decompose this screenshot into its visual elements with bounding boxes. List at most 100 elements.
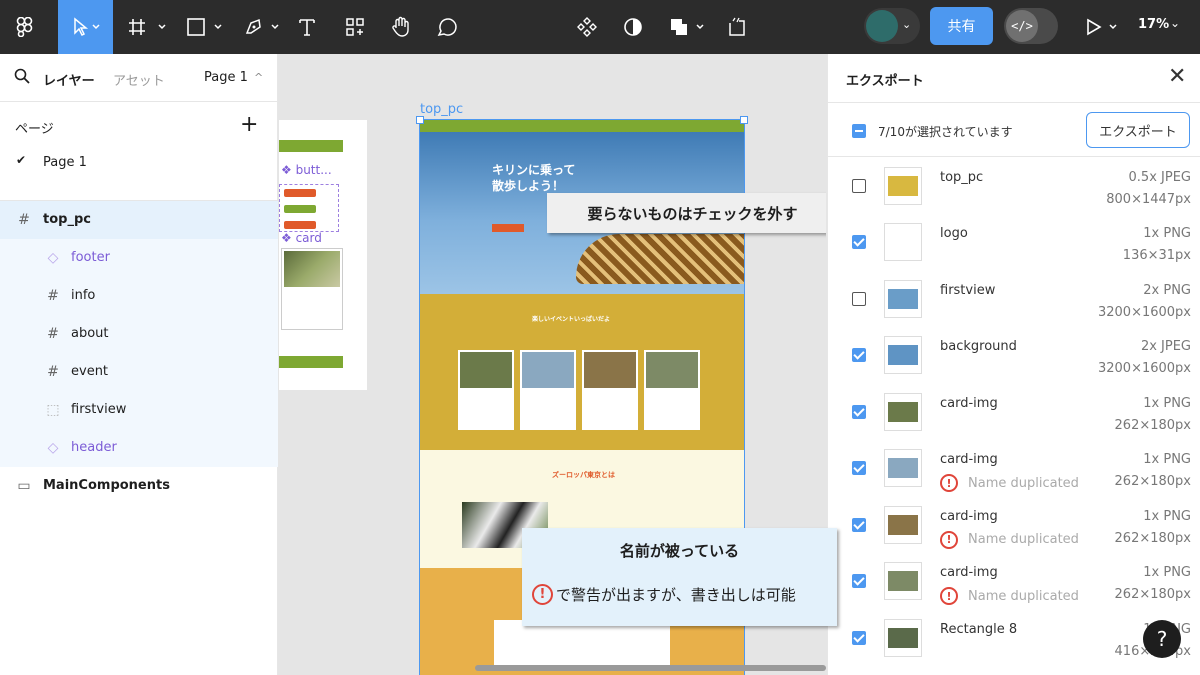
warning-icon: ! [940,587,958,605]
export-name: logo [940,226,968,241]
export-list: 1600×2894px top_pc 0.5x JPEG 800×1447px logo… [828,158,1200,675]
export-checkbox[interactable] [852,291,866,306]
export-scale[interactable]: 1x PNG [1143,226,1191,241]
export-scale[interactable]: 1x PNG [1143,565,1191,580]
layer-row-about[interactable]: # about [0,315,278,353]
dashed-icon: ⬚ [46,402,60,418]
share-button[interactable]: 共有 [930,7,993,45]
export-checkbox[interactable] [852,235,866,249]
frame-icon: # [18,212,30,228]
frame-label[interactable]: top_pc [420,102,463,117]
export-thumbnail [884,562,922,600]
resources-icon[interactable] [340,0,370,54]
shape-tool-icon[interactable] [182,0,228,54]
resize-handle[interactable] [416,116,424,124]
contrast-icon[interactable] [618,0,648,54]
pen-tool-icon[interactable] [240,0,286,54]
export-checkbox[interactable] [852,630,866,645]
select-all-checkbox[interactable] [852,124,866,138]
layer-row-info[interactable]: # info [0,277,278,315]
export-row[interactable]: 1600×2894px [828,158,1200,162]
text-tool-icon[interactable] [292,0,322,54]
thumbnail-image [888,514,918,535]
layer-row-footer[interactable]: ◇ footer [0,239,278,277]
export-checkbox[interactable] [852,574,866,588]
export-row[interactable]: card-img 1x PNG 262×180px [828,389,1200,445]
mc-button [284,205,316,213]
card-image [646,352,698,388]
search-icon[interactable] [14,68,30,88]
export-size: 800×1447px [1106,191,1191,207]
export-thumbnail [884,166,922,205]
mc-footer-bar [279,356,343,368]
export-scale[interactable]: 2x JPEG [1141,339,1191,354]
export-checkbox[interactable] [852,178,866,193]
user-avatar-menu[interactable]: ⌄ [864,8,920,44]
thumbnail-image [888,627,918,648]
crop-icon[interactable] [722,0,752,54]
main-menu-icon[interactable] [0,0,50,54]
mc-card[interactable] [281,248,343,330]
mc-button-set[interactable] [279,184,339,232]
layer-row-top_pc[interactable]: # top_pc [0,201,278,239]
page-item-page-1[interactable]: ✔ Page 1 [0,151,278,175]
thumbnail-image [888,175,918,196]
dev-mode-toggle[interactable]: </> [1004,8,1058,44]
warning-icon: ! [940,530,958,549]
export-size: 262×180px [1114,587,1191,602]
boolean-icon[interactable] [666,0,710,54]
zoom-level[interactable]: 17% [1138,17,1169,32]
card-image [460,352,512,388]
layer-row-maincomponents[interactable]: ▭ MainComponents [0,467,278,505]
close-icon[interactable]: ✕ [1168,64,1186,89]
export-row[interactable]: firstview 2x PNG 3200×1600px [828,276,1200,332]
export-thumbnail [884,223,922,261]
export-checkbox[interactable] [852,461,866,475]
resize-handle[interactable] [740,116,748,124]
export-thumbnail [884,449,922,487]
export-checkbox[interactable] [852,404,866,419]
comment-tool-icon[interactable] [432,0,462,54]
export-checkbox[interactable] [852,348,866,362]
export-scale[interactable]: 1x PNG [1143,509,1191,524]
help-button[interactable]: ? [1143,620,1181,658]
tab-layers[interactable]: レイヤー [43,70,95,89]
layer-name: top_pc [43,212,91,227]
page-selector[interactable]: Page 1 ^ [204,70,263,85]
export-scale[interactable]: 2x PNG [1143,283,1191,298]
layer-row-header[interactable]: ◇ header [0,429,278,467]
layer-name: footer [71,250,110,265]
export-scale[interactable]: 1x PNG [1143,452,1191,467]
hero-title-line2: 散歩しよう！ [492,179,565,193]
about-title: ズーロッパ東京とは [552,471,615,479]
add-page-icon[interactable]: + [240,112,258,137]
horizontal-scrollbar[interactable] [475,665,826,671]
zoom-chevron-icon[interactable]: ⌄ [1170,16,1180,30]
frame-tool-icon[interactable] [124,0,170,54]
export-row[interactable]: background 2x JPEG 3200×1600px [828,332,1200,388]
export-row[interactable]: card-img 1x PNG 262×180px! Name duplicated [828,445,1200,501]
export-name: top_pc [940,169,984,185]
export-row[interactable]: top_pc 0.5x JPEG 800×1447px [828,163,1200,219]
tab-assets[interactable]: アセット [113,70,165,89]
play-icon[interactable] [1082,0,1122,54]
export-scale[interactable]: 1x PNG [1143,396,1191,411]
card-image [584,352,636,388]
export-scale[interactable]: 0.5x JPEG [1129,170,1191,185]
avatar [866,10,898,42]
warning-text: Name duplicated [968,588,1079,604]
thumbnail-image [888,345,918,365]
export-checkbox[interactable] [852,517,866,532]
export-row[interactable]: logo 1x PNG 136×31px [828,219,1200,275]
export-row[interactable]: card-img 1x PNG 262×180px! Name duplicated [828,502,1200,558]
hand-tool-icon[interactable] [386,0,416,54]
export-button[interactable]: エクスポート [1086,112,1190,148]
move-tool-icon[interactable] [58,0,113,54]
export-row[interactable]: card-img 1x PNG 262×180px! Name duplicated [828,558,1200,614]
layer-row-event[interactable]: # event [0,353,278,391]
layer-row-firstview[interactable]: ⬚ firstview [0,391,278,429]
warning-icon: ! [532,584,553,605]
main-components-frame[interactable]: ❖ butt... ❖ card [279,120,367,390]
warning-text: Name duplicated [968,475,1079,491]
components-icon[interactable] [572,0,602,54]
